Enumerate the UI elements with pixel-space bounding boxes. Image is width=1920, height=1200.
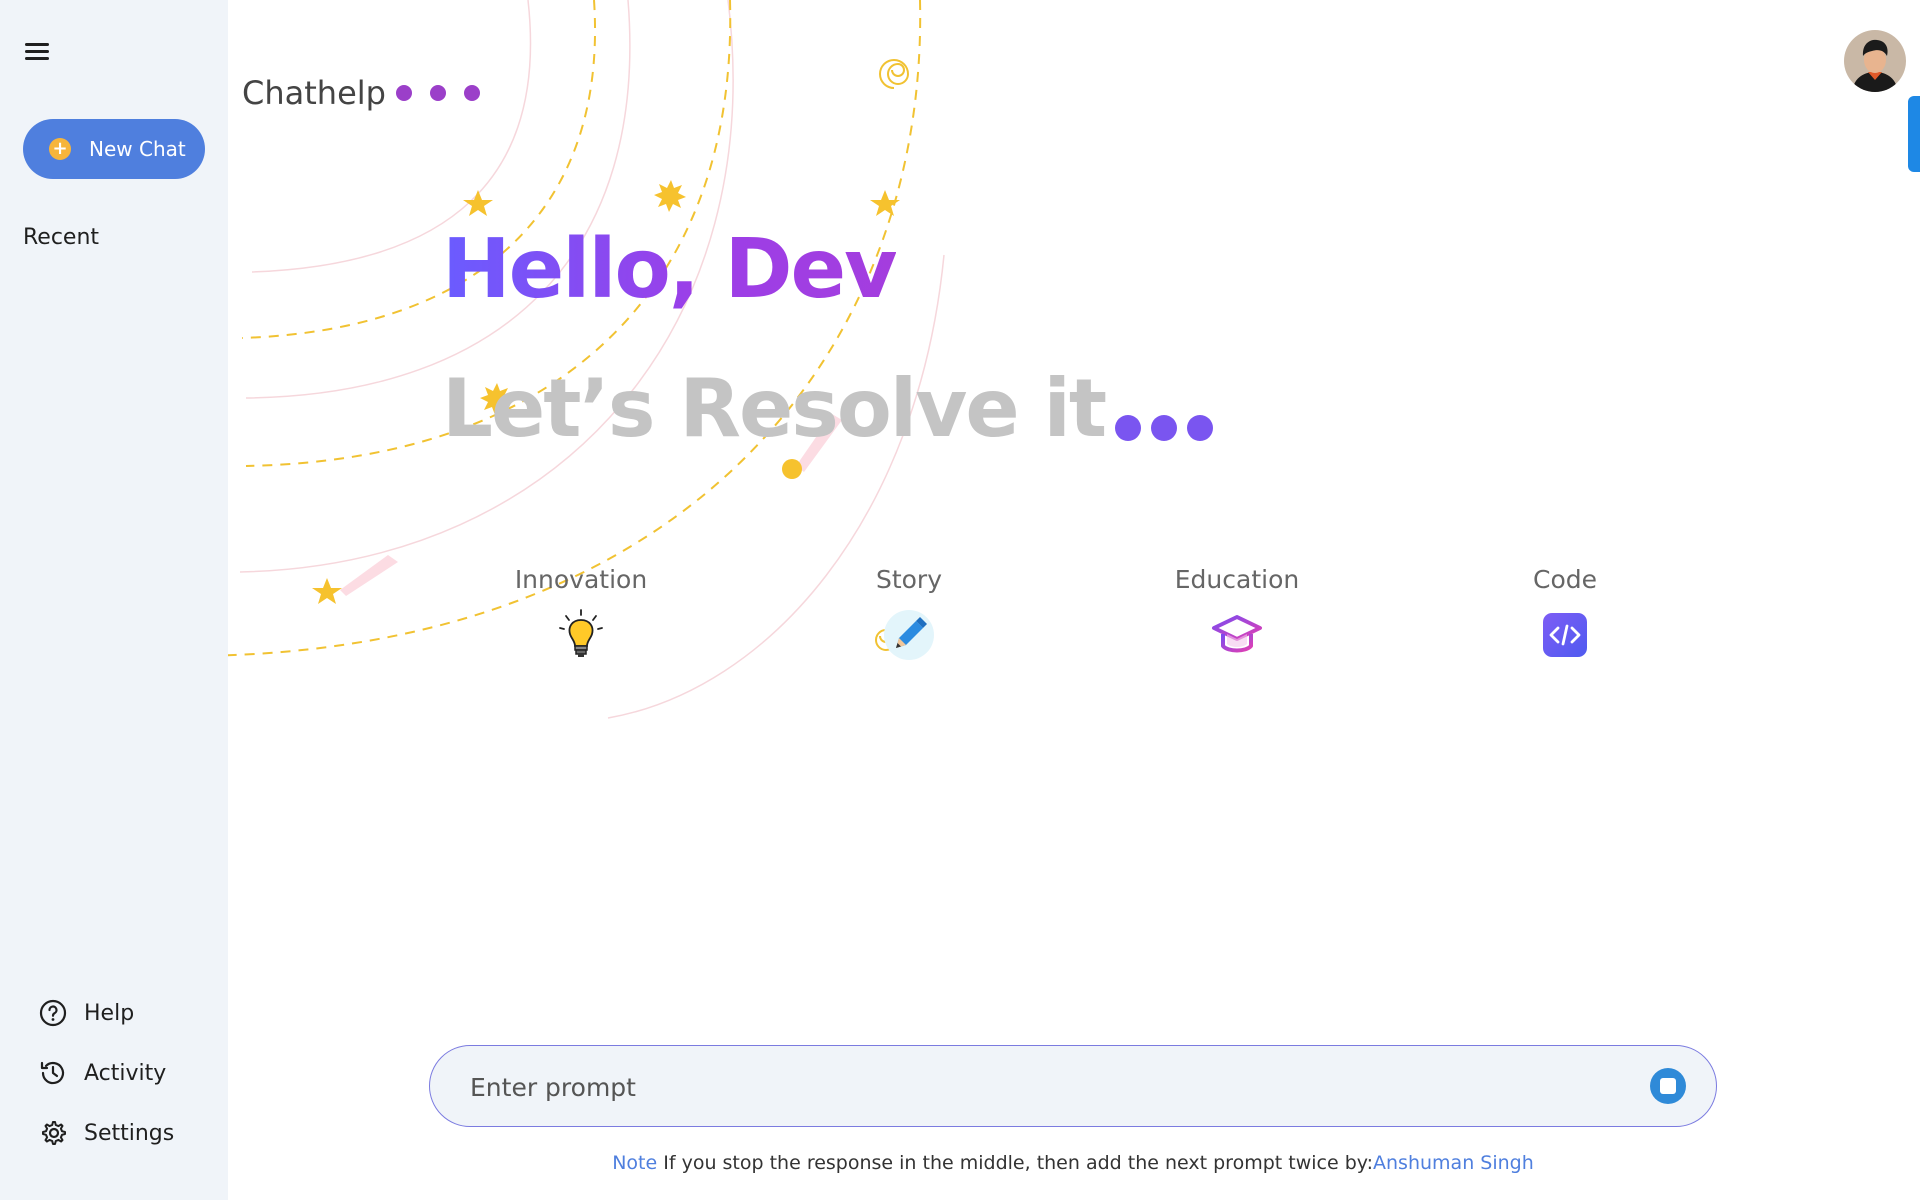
card-label: Innovation [514,565,648,594]
footnote-note: Note [612,1152,658,1174]
gear-icon [42,1121,66,1145]
card-story[interactable]: Story [809,565,1009,662]
prompt-bar [429,1045,1717,1127]
plus-icon: + [49,138,71,160]
card-code[interactable]: Code [1465,565,1665,662]
author-link[interactable]: Anshuman Singh [1373,1152,1534,1174]
greeting-subtitle: Let’s Resolve it [442,362,1214,455]
sidebar-item-label: Help [84,1000,135,1026]
code-icon [1543,613,1587,657]
app-root: + New Chat Recent Help Activity Settings… [0,0,1920,1200]
history-icon [40,1061,65,1085]
pencil-icon [884,610,934,660]
menu-icon[interactable] [22,38,54,66]
recent-heading: Recent [23,225,100,250]
greeting-subtitle-text: Let’s Resolve it [442,362,1107,455]
brand-dots [395,85,480,101]
new-chat-label: New Chat [89,137,186,161]
footnote: Note If you stop the response in the mid… [0,1152,1920,1174]
card-label: Education [1174,565,1300,594]
sidebar-item-label: Settings [84,1120,175,1146]
card-education[interactable]: Education [1137,565,1337,662]
prompt-input[interactable] [468,1064,1572,1110]
stop-button[interactable] [1650,1068,1686,1104]
sidebar-item-help[interactable]: Help [38,998,134,1028]
sidebar-item-settings[interactable]: Settings [38,1118,174,1148]
footnote-text: If you stop the response in the middle, … [657,1152,1374,1174]
typing-dots [1115,415,1214,441]
card-innovation[interactable]: Innovation [481,565,681,662]
sidebar: + New Chat Recent Help Activity Settings [0,0,228,1200]
stop-icon [1660,1078,1676,1094]
brand-name: Chathelp [242,74,386,112]
card-label: Code [1532,565,1597,594]
graduation-cap-icon [1212,615,1262,653]
card-label: Story [875,565,943,594]
new-chat-button[interactable]: + New Chat [23,119,205,179]
user-avatar[interactable] [1844,30,1906,92]
help-circle-icon [39,999,67,1027]
sidebar-item-label: Activity [84,1060,167,1086]
lightbulb-icon [559,609,603,657]
sidebar-item-activity[interactable]: Activity [38,1058,166,1088]
brand: Chathelp [242,74,480,112]
avatar-image [1844,30,1906,92]
greeting-title: Hello, Dev [442,222,898,317]
side-panel-tab[interactable] [1908,96,1920,172]
